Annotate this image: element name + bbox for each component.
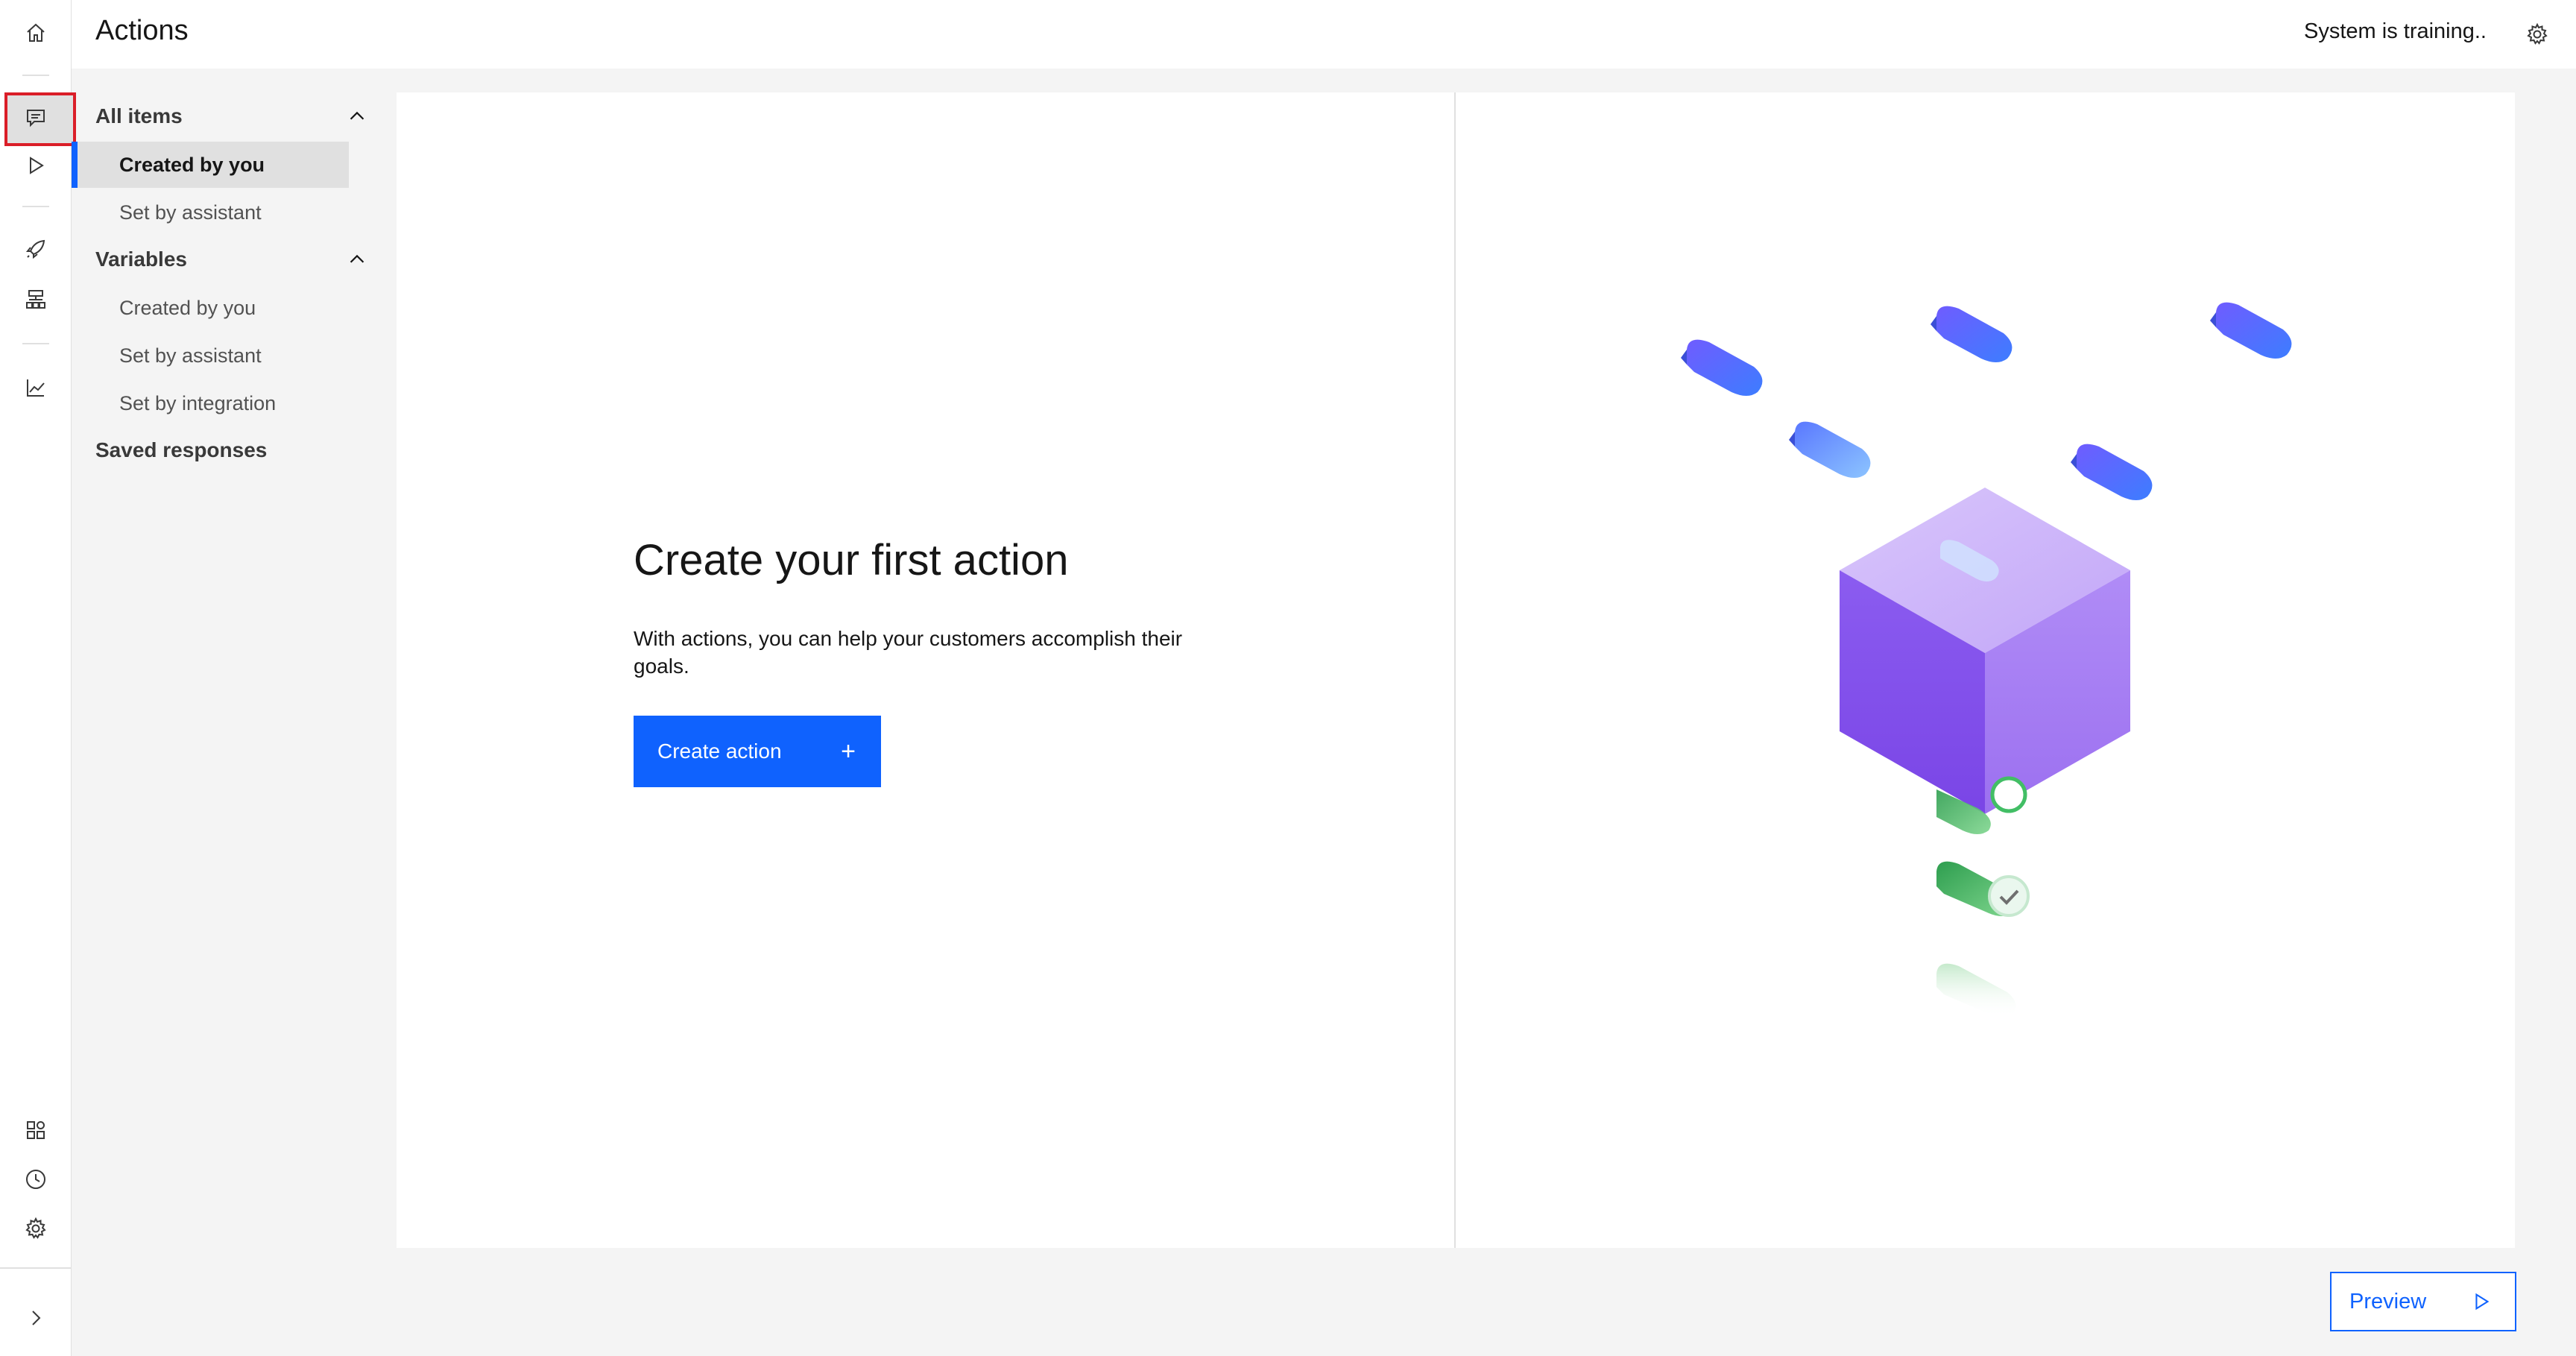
gear-icon[interactable] <box>2519 16 2555 52</box>
training-status: System is training.. <box>2304 19 2487 43</box>
empty-state-title: Create your first action <box>634 536 1069 584</box>
plus-icon: + <box>841 737 856 766</box>
empty-state-text-panel: Create your first action With actions, y… <box>397 92 1456 1248</box>
preview-label: Preview <box>2349 1289 2427 1314</box>
hierarchy-icon[interactable] <box>15 279 57 321</box>
create-action-label: Create action <box>657 740 782 763</box>
chevron-up-icon[interactable] <box>346 105 368 127</box>
chat-bubble-icon <box>1931 306 2012 362</box>
chat-bubble-icon <box>1681 339 1763 396</box>
left-rail <box>0 0 76 1356</box>
chevron-up-icon[interactable] <box>346 248 368 271</box>
chevron-right-icon[interactable] <box>15 1297 57 1339</box>
rail-divider <box>22 343 49 344</box>
nav-group-variables[interactable]: Variables <box>95 237 371 282</box>
empty-state-description: With actions, you can help your customer… <box>634 627 1183 678</box>
chat-bubble-icon <box>2071 444 2153 500</box>
clock-icon[interactable] <box>15 1158 57 1200</box>
actions-illustration <box>1681 302 2292 1017</box>
nav-item-all-created-by-you[interactable]: Created by you <box>72 142 349 188</box>
gear-icon[interactable] <box>15 1208 57 1249</box>
chat-bubble-icon <box>1789 421 1871 478</box>
illustration-panel <box>1456 92 2515 1248</box>
nav-item-saved-responses[interactable]: Saved responses <box>95 428 267 473</box>
purple-box-illustration <box>1840 488 2130 814</box>
empty-state-card: Create your first action With actions, y… <box>397 92 2515 1248</box>
nav-group-label: Variables <box>95 247 187 271</box>
home-icon[interactable] <box>15 12 57 54</box>
nav-item-var-created-by-you[interactable]: Created by you <box>72 285 349 331</box>
rail-divider <box>0 1267 72 1269</box>
play-icon <box>2475 1293 2490 1311</box>
create-action-button[interactable]: Create action + <box>634 716 881 787</box>
nav-group-label: All items <box>95 104 183 127</box>
rail-divider <box>22 206 49 207</box>
play-icon[interactable] <box>15 145 57 186</box>
rocket-icon[interactable] <box>15 228 57 270</box>
chart-line-icon[interactable] <box>15 367 57 409</box>
nav-group-all-items[interactable]: All items <box>95 94 371 139</box>
page-title: Actions <box>95 15 189 46</box>
top-header: Actions System is training.. <box>72 0 2576 69</box>
check-bubble-icon <box>1936 861 2030 917</box>
nav-item-var-set-by-integration[interactable]: Set by integration <box>72 380 349 426</box>
nav-item-all-set-by-assistant[interactable]: Set by assistant <box>72 189 349 236</box>
faded-check-bubble-icon <box>1936 963 2016 1017</box>
nav-item-var-set-by-assistant[interactable]: Set by assistant <box>72 332 349 379</box>
chat-bubble-icon <box>2210 302 2292 359</box>
chat-icon[interactable] <box>15 97 57 139</box>
rail-divider <box>22 75 49 76</box>
integrations-icon[interactable] <box>15 1109 57 1151</box>
preview-button[interactable]: Preview <box>2330 1272 2516 1331</box>
